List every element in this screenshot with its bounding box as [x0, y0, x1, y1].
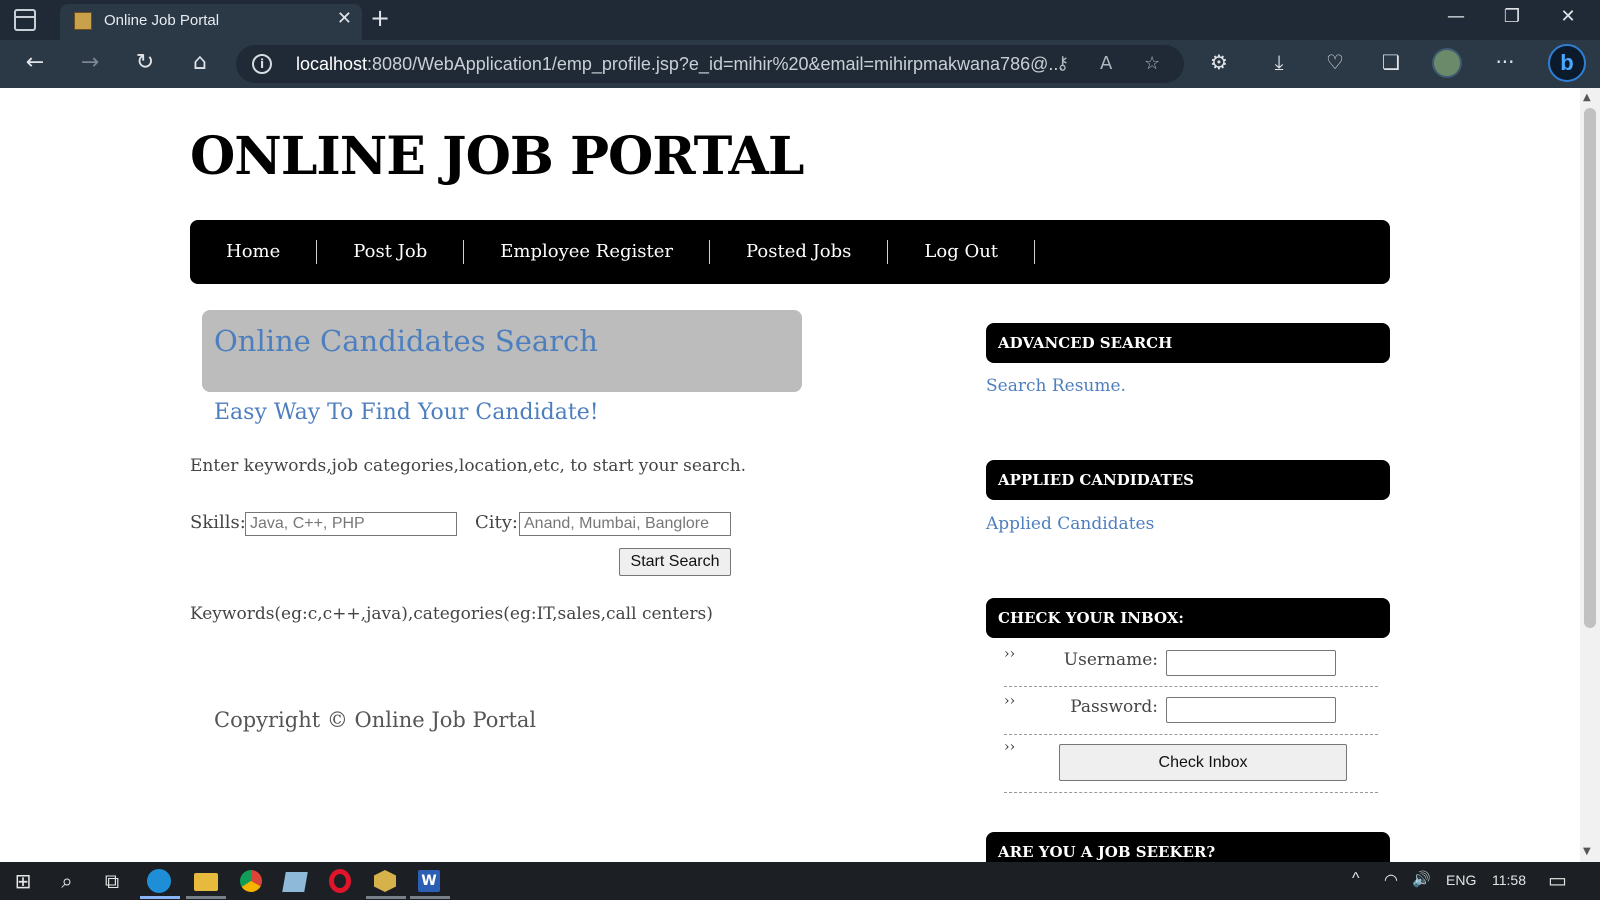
- check-inbox-heading: CHECK YOUR INBOX:: [986, 598, 1390, 638]
- web-page: ONLINE JOB PORTAL Home Post Job Employee…: [0, 88, 1580, 862]
- keywords-hint: Keywords(eg:c,c++,java),categories(eg:IT…: [190, 604, 713, 624]
- file-explorer-icon[interactable]: [194, 873, 218, 891]
- search-resume-link[interactable]: Search Resume.: [986, 376, 1126, 396]
- username-input[interactable]: [1166, 650, 1336, 676]
- new-tab-icon[interactable]: +: [370, 4, 390, 32]
- app-indicator: [186, 896, 226, 899]
- scroll-up-icon[interactable]: ▲: [1583, 92, 1591, 103]
- browser-essentials-icon[interactable]: ♡: [1320, 50, 1350, 74]
- nav-log-out[interactable]: Log Out: [888, 240, 1036, 264]
- back-icon[interactable]: ←: [20, 50, 50, 75]
- password-input[interactable]: [1166, 697, 1336, 723]
- search-description: Enter keywords,job categories,location,e…: [190, 456, 747, 476]
- applied-candidates-heading: APPLIED CANDIDATES: [986, 460, 1390, 500]
- profile-avatar[interactable]: [1432, 48, 1462, 78]
- site-title: ONLINE JOB PORTAL: [190, 126, 804, 187]
- downloads-icon[interactable]: ⤓: [1264, 50, 1294, 74]
- password-row: ›› Password:: [1004, 687, 1378, 735]
- app-indicator: [410, 896, 450, 899]
- collections-icon[interactable]: ❏: [1376, 50, 1406, 74]
- scrollbar-thumb[interactable]: [1584, 108, 1596, 628]
- reload-icon[interactable]: ↻: [130, 50, 160, 75]
- inbox-button-row: ›› Check Inbox: [1004, 735, 1378, 793]
- advanced-search-heading: ADVANCED SEARCH: [986, 323, 1390, 363]
- network-icon[interactable]: ◠: [1384, 870, 1398, 890]
- search-icon[interactable]: ⌕: [54, 868, 80, 894]
- tab-title: Online Job Portal: [104, 12, 220, 29]
- nav-home[interactable]: Home: [190, 240, 318, 264]
- bullet-icon: ››: [1004, 693, 1016, 709]
- minimize-icon[interactable]: —: [1436, 6, 1476, 27]
- word-icon[interactable]: W: [418, 870, 440, 892]
- app-icon[interactable]: [282, 872, 308, 892]
- search-subheading: Easy Way To Find Your Candidate!: [214, 400, 599, 425]
- bullet-icon: ››: [1004, 646, 1016, 662]
- check-inbox-button[interactable]: Check Inbox: [1059, 744, 1347, 781]
- search-heading: Online Candidates Search: [214, 324, 598, 358]
- active-app-indicator: [140, 896, 180, 899]
- close-window-icon[interactable]: ✕: [1548, 6, 1588, 27]
- notifications-icon[interactable]: ▭: [1548, 868, 1567, 893]
- username-label: Username:: [1063, 650, 1158, 670]
- taskbar: ⊞ ⌕ ⧉ W ^ ◠ 🔊 ENG 11:58 ▭: [0, 862, 1600, 900]
- nav-employee-register[interactable]: Employee Register: [464, 240, 710, 264]
- address-bar[interactable]: i localhost:8080/WebApplication1/emp_pro…: [236, 45, 1184, 83]
- browser-tab[interactable]: Online Job Portal ✕: [60, 4, 362, 40]
- skills-input[interactable]: [245, 512, 457, 536]
- extensions-icon[interactable]: ⚙: [1204, 50, 1234, 74]
- url-text[interactable]: localhost:8080/WebApplication1/emp_profi…: [296, 54, 1063, 75]
- bullet-icon: ››: [1004, 739, 1016, 755]
- applied-candidates-link[interactable]: Applied Candidates: [986, 514, 1154, 534]
- browser-tab-bar: Online Job Portal ✕ + — ❐ ✕: [0, 0, 1600, 40]
- tray-chevron-icon[interactable]: ^: [1352, 870, 1360, 888]
- close-tab-icon[interactable]: ✕: [337, 8, 352, 29]
- package-icon[interactable]: [374, 870, 396, 892]
- nav-posted-jobs[interactable]: Posted Jobs: [710, 240, 889, 264]
- city-input[interactable]: [519, 512, 731, 536]
- site-info-icon[interactable]: i: [252, 54, 272, 74]
- task-view-icon[interactable]: ⧉: [99, 868, 125, 894]
- start-search-button[interactable]: Start Search: [619, 548, 731, 576]
- scroll-down-icon[interactable]: ▼: [1583, 846, 1591, 857]
- tab-actions-icon[interactable]: [14, 9, 36, 31]
- edge-icon[interactable]: [147, 869, 171, 893]
- forward-icon[interactable]: →: [75, 50, 105, 75]
- search-header-box: Online Candidates Search: [202, 310, 802, 392]
- job-seeker-heading: ARE YOU A JOB SEEKER?: [986, 832, 1390, 862]
- app-indicator: [366, 896, 406, 899]
- main-nav: Home Post Job Employee Register Posted J…: [190, 220, 1390, 284]
- start-icon[interactable]: ⊞: [10, 868, 36, 894]
- username-row: ›› Username:: [1004, 640, 1378, 687]
- read-aloud-icon[interactable]: A: [1100, 53, 1112, 74]
- favicon-icon: [74, 12, 92, 30]
- nav-post-job[interactable]: Post Job: [317, 240, 465, 264]
- copyright-text: Copyright © Online Job Portal: [214, 708, 537, 732]
- copilot-icon[interactable]: b: [1548, 44, 1586, 82]
- chrome-icon[interactable]: [240, 870, 262, 892]
- password-key-icon[interactable]: ⚷: [1056, 53, 1069, 74]
- city-label: City:: [475, 512, 518, 533]
- password-label: Password:: [1070, 697, 1158, 717]
- skills-label: Skills:: [190, 512, 246, 533]
- home-icon[interactable]: ⌂: [185, 50, 215, 75]
- volume-icon[interactable]: 🔊: [1412, 870, 1431, 888]
- language-indicator[interactable]: ENG: [1446, 872, 1476, 888]
- add-favorite-icon[interactable]: ☆: [1144, 53, 1160, 74]
- restore-icon[interactable]: ❐: [1492, 6, 1532, 27]
- more-options-icon[interactable]: ···: [1490, 50, 1520, 74]
- clock[interactable]: 11:58: [1492, 872, 1526, 888]
- opera-icon[interactable]: [329, 869, 351, 893]
- browser-toolbar: ← → ↻ ⌂ i localhost:8080/WebApplication1…: [0, 40, 1600, 88]
